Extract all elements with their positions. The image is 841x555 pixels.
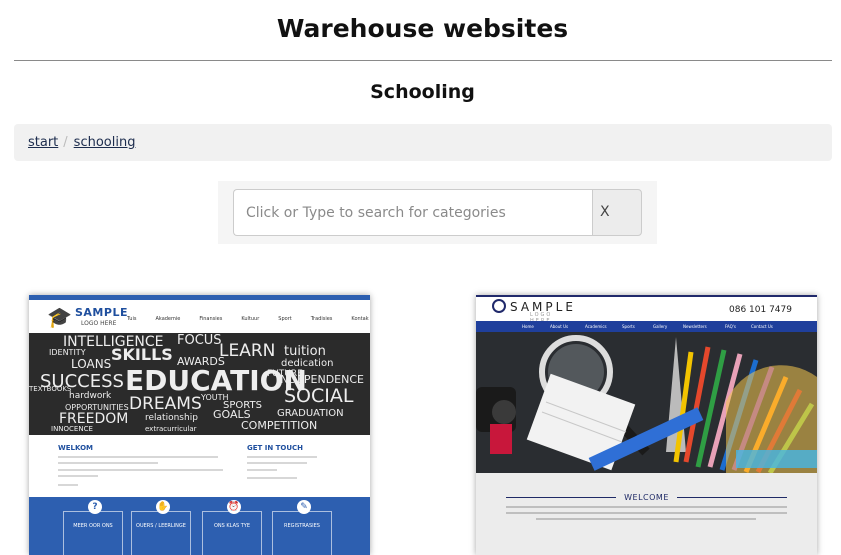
website-preview-2[interactable]: SAMPLE LOGO HERE 086 101 7479 Home About…	[476, 295, 817, 555]
feature-box: ? MEER OOR ONS	[63, 500, 123, 555]
breadcrumb-separator: /	[63, 135, 68, 150]
hero-word: COMPETITION	[241, 419, 318, 432]
preview-nav-item: Academics	[585, 324, 607, 329]
page-title: Schooling	[370, 81, 475, 103]
preview-nav-item: Kontak	[351, 316, 369, 322]
placeholder-text-line	[536, 518, 756, 520]
preview-nav: Tuis Akademie Finansies Kultuur Sport Tradisi…	[127, 316, 370, 322]
hero-word: relationship	[145, 413, 198, 423]
placeholder-text-line	[58, 456, 218, 458]
hero-word: LEARN	[219, 341, 276, 361]
hero-word: GOALS	[213, 408, 251, 421]
preview-nav: Home About Us Academics Sports Gallery N…	[476, 321, 817, 332]
placeholder-text-line	[58, 469, 223, 471]
search-clear-button[interactable]: X	[592, 189, 642, 236]
logo-circle-icon	[492, 299, 506, 313]
feature-box-label: REGISTRASIES	[284, 523, 320, 529]
preview-feature-band: ? MEER OOR ONS ✋ OUERS / LEERLINGE ⏰ ONS…	[29, 497, 370, 555]
feature-box-label: OUERS / LEERLINGE	[136, 523, 186, 529]
stationery-hero-image	[476, 332, 817, 473]
feature-box: ✎ REGISTRASIES	[272, 500, 332, 555]
preview-logo-name: SAMPLE	[75, 306, 128, 319]
preview-nav-item: Tradisies	[310, 316, 333, 322]
placeholder-text-line	[58, 462, 158, 464]
hero-word: hardwork	[69, 391, 112, 401]
breadcrumb-start-link[interactable]: start	[28, 135, 58, 150]
preview-nav-item: FAQ's	[725, 324, 736, 329]
category-search: X	[218, 181, 657, 244]
word-cloud-hero: INTELLIGENCE FOCUS IDENTITY SKILLS LEARN…	[29, 333, 370, 435]
hero-word: LOANS	[71, 357, 112, 371]
preview-heading-left: WELKOM	[58, 444, 93, 452]
hero-word: YOUTH	[201, 393, 229, 402]
preview-nav-item: Akademie	[155, 316, 181, 322]
preview-heading-right: GET IN TOUCH	[247, 444, 304, 452]
alarm-clock-icon: ⏰	[227, 500, 241, 514]
question-icon: ?	[88, 500, 102, 514]
hero-word: SOCIAL	[284, 385, 354, 407]
breadcrumb: start / schooling	[14, 124, 832, 161]
hero-word: SKILLS	[111, 345, 173, 364]
preview-nav-item: Gallery	[653, 324, 668, 329]
stationery-illustration	[476, 332, 817, 473]
feature-box: ✋ OUERS / LEERLINGE	[131, 500, 191, 555]
preview-nav-item: Sports	[622, 324, 635, 329]
hero-word: TEXTBOOKS	[29, 385, 72, 393]
preview-nav-item: Tuis	[127, 316, 137, 322]
placeholder-text-line	[247, 456, 317, 458]
clipboard-icon: ✎	[297, 500, 311, 514]
hero-word: IDENTITY	[49, 348, 86, 357]
graduation-cap-icon: 🎓	[47, 305, 72, 329]
placeholder-text-line	[247, 469, 277, 471]
category-search-input[interactable]	[233, 189, 593, 236]
preview-logo: SAMPLE LOGO HERE	[492, 299, 576, 324]
hero-word: FUTURE	[267, 369, 303, 379]
hero-word: INNOCENCE	[51, 425, 93, 433]
preview-phone: 086 101 7479	[729, 305, 792, 315]
preview-nav-item: Kultuur	[241, 316, 260, 322]
placeholder-text-line	[247, 477, 297, 479]
placeholder-text-line	[247, 462, 307, 464]
hero-word: GRADUATION	[277, 408, 344, 419]
breadcrumb-schooling-link[interactable]: schooling	[74, 135, 136, 150]
hero-word: FOCUS	[177, 333, 222, 348]
website-preview-1[interactable]: 🎓 SAMPLE LOGO HERE Tuis Akademie Finansies…	[29, 295, 370, 555]
preview-header: SAMPLE LOGO HERE 086 101 7479	[476, 295, 817, 324]
preview-nav-item: Contact Us	[751, 324, 773, 329]
preview-nav-item: About Us	[550, 324, 569, 329]
handshake-icon: ✋	[156, 500, 170, 514]
hero-word: DREAMS	[129, 394, 202, 414]
placeholder-text-line	[58, 475, 98, 477]
preview-nav-item: Finansies	[199, 316, 223, 322]
placeholder-text-line	[58, 484, 78, 486]
placeholder-text-line	[506, 506, 787, 508]
placeholder-text-line	[506, 512, 787, 514]
preview-nav-item: Sport	[278, 316, 292, 322]
site-title: Warehouse websites	[276, 14, 569, 43]
preview-info-section: WELKOM GET IN TOUCH	[29, 435, 370, 497]
welcome-divider	[677, 497, 787, 498]
title-divider	[14, 60, 832, 61]
preview-logo-sub: LOGO HERE	[81, 320, 117, 327]
hero-word: extracurricular	[145, 425, 197, 433]
feature-box: ⏰ ONS KLAS TYE	[202, 500, 262, 555]
hero-word: tuition	[284, 344, 326, 359]
feature-box-label: MEER OOR ONS	[73, 523, 113, 529]
preview-nav-item: Newsletters	[683, 324, 707, 329]
preview-top-bar	[29, 295, 370, 300]
preview-nav-item: Home	[522, 324, 534, 329]
feature-box-label: ONS KLAS TYE	[213, 523, 251, 529]
